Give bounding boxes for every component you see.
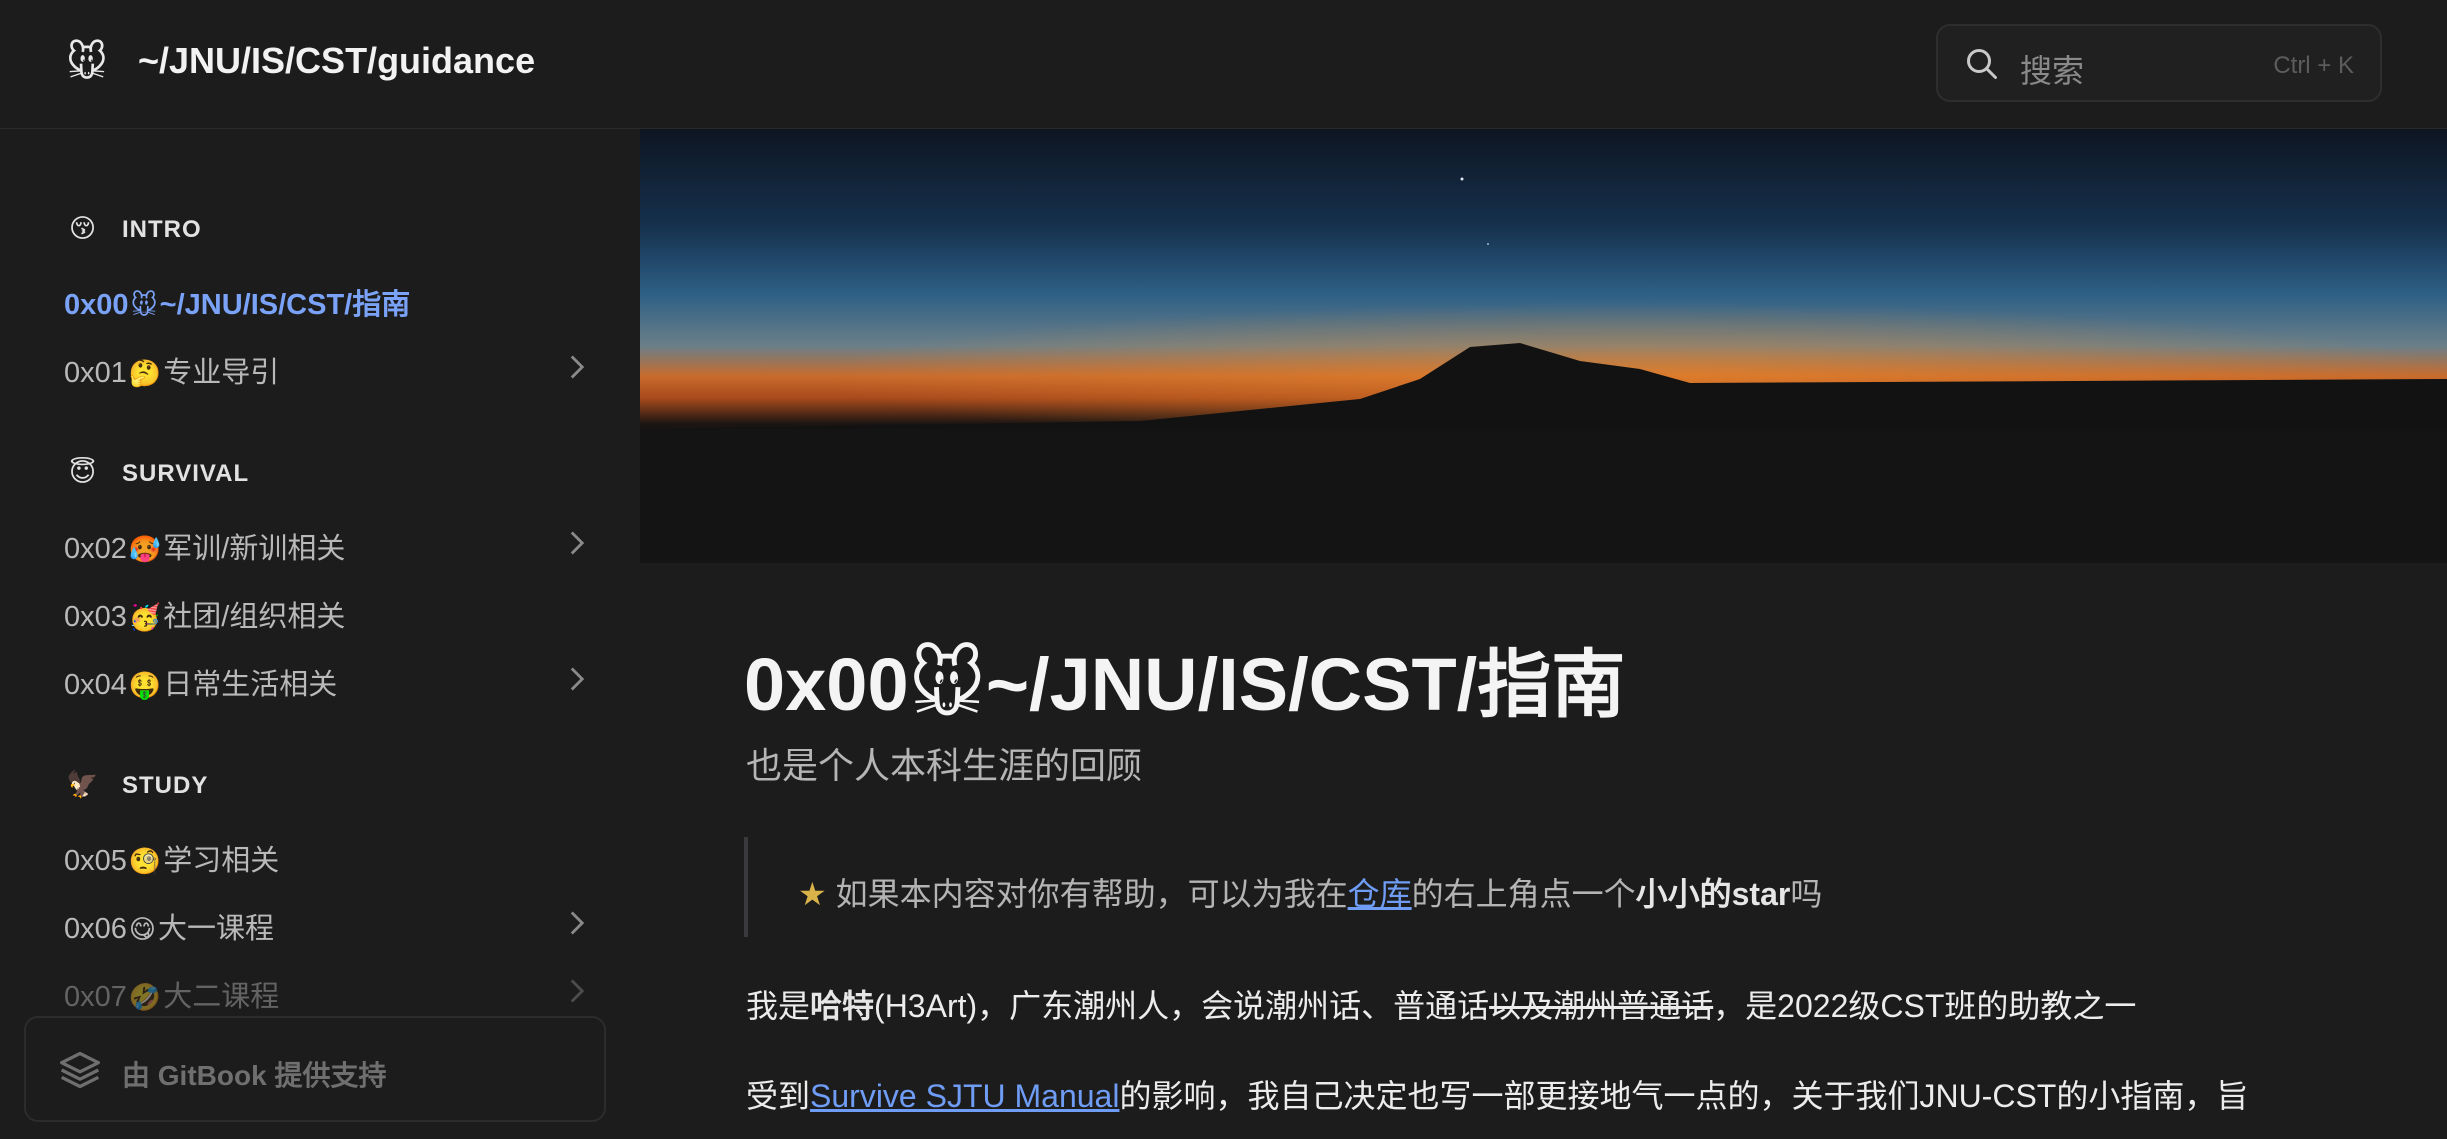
eagle-icon: 🦅 [66,769,100,799]
sidebar-item-0x00[interactable]: 0x00🐭~/JNU/IS/CST/指南 [64,281,594,327]
chevron-right-icon[interactable] [568,665,586,693]
item-number: 0x06 [64,913,127,945]
section-title: STUDY [122,772,209,799]
hint-after: 吗 [1790,876,1823,912]
gitbook-icon [60,1051,100,1089]
mouse-icon: 🐭 [908,643,986,726]
text-segment: 的影响，我自己决定也写一部更接地气一点的，关于我们JNU-CST的小指南，旨 [1119,1078,2249,1114]
kissing-face-icon: 😚 [68,213,98,243]
yum-face-icon: 😋 [128,914,156,944]
item-label: 专业导引 [163,357,280,389]
text-segment: (H3Art)，广东潮州人，会说潮州话、普通话 [874,988,1490,1024]
sidebar-item-0x05[interactable]: 0x05🧐学习相关 [64,837,594,883]
search-placeholder: 搜索 [2020,53,2085,89]
hint-bold: 小小的star [1635,876,1791,912]
top-bar: 🐭 ~/JNU/IS/CST/guidance 搜索 Ctrl + K [0,0,2447,129]
text-segment: 受到 [746,1078,811,1114]
sidebar-item-0x07[interactable]: 0x07🤣大二课程 [64,973,594,1019]
party-face-icon: 🥳 [128,602,162,632]
hint-before: 如果本内容对你有帮助，可以为我在 [835,876,1348,912]
search-box[interactable]: 搜索 Ctrl + K [1936,24,2382,102]
sidebar-item-0x06[interactable]: 0x06😋大一课程 [64,905,594,951]
hint-middle: 的右上角点一个 [1411,876,1636,912]
item-number: 0x01 [64,357,127,389]
repo-link[interactable]: 仓库 [1348,876,1412,912]
sunset-mountain-image [640,129,2447,563]
title-number: 0x00 [744,643,909,726]
item-number: 0x02 [64,533,127,565]
item-label: 大二课程 [163,981,280,1013]
item-label: 社团/组织相关 [163,601,346,633]
search-icon [1967,49,1997,79]
rofl-face-icon: 🤣 [128,982,162,1012]
gitbook-footer-link[interactable]: 由 GitBook 提供支持 [24,1016,606,1122]
item-number: 0x00 [64,289,129,321]
item-label: 学习相关 [163,845,280,877]
chevron-right-icon[interactable] [568,529,586,557]
text-segment: 我是 [746,988,811,1024]
monocle-face-icon: 🧐 [128,846,162,876]
section-intro: 😚 INTRO [66,213,202,247]
item-number: 0x05 [64,845,127,877]
section-title: SURVIVAL [122,460,250,487]
mouse-icon: 🐭 [130,290,158,320]
page-subtitle: 也是个人本科生涯的回顾 [746,745,1143,786]
chevron-right-icon[interactable] [568,909,586,937]
sidebar-item-0x03[interactable]: 0x03🥳社团/组织相关 [64,593,594,639]
author-name: 哈特 [810,988,875,1024]
gitbook-label: 由 GitBook 提供支持 [122,1060,387,1091]
item-number: 0x07 [64,981,127,1013]
money-face-icon: 🤑 [128,670,162,700]
chevron-right-icon[interactable] [568,977,586,1005]
hint-blockquote: ★ 如果本内容对你有帮助，可以为我在仓库的右上角点一个小小的star吗 [744,837,1948,937]
star-icon: ★ [798,876,827,912]
item-label: ~/JNU/IS/CST/指南 [159,289,411,321]
sidebar-item-0x01[interactable]: 0x01🤔专业导引 [64,349,594,395]
intro-paragraph: 我是哈特(H3Art)，广东潮州人，会说潮州话、普通话以及潮州普通话，是2022… [746,981,2136,1027]
hint-text: ★ 如果本内容对你有帮助，可以为我在仓库的右上角点一个小小的star吗 [798,869,1822,915]
hot-face-icon: 🥵 [128,534,162,564]
item-number: 0x04 [64,669,127,701]
mouse-logo-icon[interactable]: 🐭 [66,40,108,86]
sidebar-item-0x04[interactable]: 0x04🤑日常生活相关 [64,661,594,707]
item-label: 军训/新训相关 [163,533,346,565]
strikethrough-text: 以及潮州普通话 [1489,988,1714,1024]
thinking-face-icon: 🤔 [128,358,162,388]
section-title: INTRO [122,216,202,243]
site-title[interactable]: ~/JNU/IS/CST/guidance [138,40,535,82]
item-label: 大一课程 [158,913,275,945]
motivation-paragraph: 受到Survive SJTU Manual的影响，我自己决定也写一部更接地气一点… [746,1071,2248,1117]
main-content: 0x00🐭~/JNU/IS/CST/指南 也是个人本科生涯的回顾 ★ 如果本内容… [640,563,2447,1139]
survive-sjtu-link[interactable]: Survive SJTU Manual [810,1078,1119,1114]
search-shortcut-hint: Ctrl + K [2273,52,2354,79]
chevron-right-icon[interactable] [568,353,586,381]
section-survival: 😇 SURVIVAL [66,457,249,491]
section-study: 🦅 STUDY [66,769,208,803]
item-label: 日常生活相关 [163,669,338,701]
page-title: 0x00🐭~/JNU/IS/CST/指南 [744,625,1625,732]
sidebar-nav: 😚 INTRO 0x00🐭~/JNU/IS/CST/指南 0x01🤔专业导引 😇 S… [0,129,640,1139]
title-text: ~/JNU/IS/CST/指南 [985,643,1626,726]
cover-image [640,129,2447,563]
sidebar-item-0x02[interactable]: 0x02🥵军训/新训相关 [64,525,594,571]
text-segment: ，是2022级CST班的助教之一 [1713,988,2137,1024]
item-number: 0x03 [64,601,127,633]
halo-face-icon: 😇 [68,457,98,487]
